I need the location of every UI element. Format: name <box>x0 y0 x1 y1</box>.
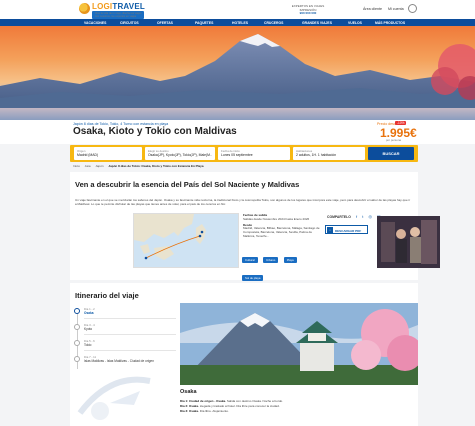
share-label: COMPARTELO <box>327 215 351 219</box>
divider <box>84 318 176 319</box>
divider <box>84 350 176 351</box>
intro-section: Ven a descubrir la esencia del País del … <box>70 172 440 281</box>
start-date-field[interactable]: Fecha de inicio Lunes 05 septiembre <box>218 147 290 160</box>
discount-badge: -10% <box>395 121 407 125</box>
nav-item-paquetes[interactable]: Paquetes <box>195 21 213 25</box>
trip-header: Japón 8 días de Tokio, Tokio, 4 Turno co… <box>0 120 475 144</box>
rooms-field[interactable]: Habitaciones 2 adultos, 1H. 1 habitación <box>293 147 365 160</box>
nav-item-grandes-viajes[interactable]: Grandes viajes <box>302 21 332 25</box>
nav-item-vuelos[interactable]: Vuelos <box>348 21 362 25</box>
contact-info: EXPERTOS EN VIAJES IMPRESIÓN 900 000 000 <box>283 4 333 16</box>
nav-item-vacaciones[interactable]: Vacaciones <box>84 21 106 25</box>
intro-text: Un viaje fascinante en el que se mezclar… <box>75 198 411 206</box>
tag-chip[interactable]: Urbano <box>263 257 279 263</box>
logo-sun-icon <box>79 3 90 14</box>
day-description: Día 1: Ciudad de origen - Osaka. Salida … <box>180 399 284 403</box>
origin-field[interactable]: Origen Madrid (MAD) <box>74 147 142 160</box>
search-button[interactable]: BUSCAR <box>368 147 414 160</box>
tag-chip[interactable]: Sol de playa <box>242 275 264 281</box>
hero-landscape <box>0 34 475 120</box>
hero-image <box>0 26 475 120</box>
phone-number: 900 000 000 <box>299 11 317 16</box>
breadcrumb-item[interactable]: Asia <box>85 164 91 168</box>
breadcrumb-current: Japón 8 días de Tokio: Osaka, Kioto y To… <box>108 164 204 168</box>
step-title: Osaka <box>180 389 197 395</box>
nav-item-ofertas[interactable]: Ofertas <box>157 21 173 25</box>
timeline-dot <box>74 324 80 330</box>
trip-details: Fechas de salida Salidas desde Noviembre… <box>243 213 320 238</box>
breadcrumb-item[interactable]: Japón <box>95 164 103 168</box>
page: LOGITRAVEL Vive la vida de tu viaje, dis… <box>0 0 475 426</box>
travelers-photo <box>377 216 440 268</box>
logo[interactable]: LOGITRAVEL Vive la vida de tu viaje, dis… <box>79 2 169 19</box>
page-title: Osaka, Kioto y Tokio con Maldivas <box>73 126 237 137</box>
day-description: Día 2: Osaka. Llegada y traslado al hote… <box>180 404 280 408</box>
download-pdf-button[interactable]: ↓ DESCARGAR PDF <box>325 225 368 234</box>
top-header: LOGITRAVEL Vive la vida de tu viaje, dis… <box>0 0 475 19</box>
nav-item-hoteles[interactable]: Hoteles <box>232 21 248 25</box>
divider <box>84 334 176 335</box>
day-description: Día 3: Osaka. Día libre. Alojamiento. <box>180 409 229 413</box>
brand-name: LOGITRAVEL <box>92 2 145 11</box>
client-area-link[interactable]: Área cliente <box>363 7 382 11</box>
intro-heading: Ven a descubrir la esencia del País del … <box>75 180 300 189</box>
timeline-dot <box>74 308 80 314</box>
price-per-person: por persona <box>386 138 401 142</box>
trip-tags: Cultural Urbano Playa Sol de playa <box>242 248 322 284</box>
nav-item-mas-productos[interactable]: Más productos <box>375 21 405 25</box>
user-icon[interactable] <box>408 4 417 13</box>
breadcrumb-item[interactable]: Inicio <box>73 164 80 168</box>
twitter-icon[interactable]: t <box>362 214 365 219</box>
my-account-link[interactable]: Mi cuenta <box>388 7 404 11</box>
brand-tagline: Vive la vida de tu viaje, diseña tus via… <box>92 11 145 19</box>
tag-chip[interactable]: Cultural <box>242 257 258 263</box>
tag-chip[interactable]: Playa <box>283 257 297 263</box>
facebook-icon[interactable]: f <box>356 214 359 219</box>
main-nav: Vacaciones Circuitos Ofertas Paquetes Ho… <box>0 19 475 26</box>
search-bar: Origen Madrid (MAD) Elegir su destino Os… <box>70 145 418 162</box>
osaka-photo <box>180 303 418 385</box>
plane-decoration-icon <box>77 376 151 420</box>
nav-item-cruceros[interactable]: Cruceros <box>264 21 283 25</box>
breadcrumb: Inicio Asia Japón Japón 8 días de Tokio:… <box>73 164 208 168</box>
destination-field[interactable]: Elegir su destino Osaka(JP), Kyoto(JP), … <box>145 147 215 160</box>
timeline-dot <box>74 340 80 346</box>
timeline-dot <box>74 356 80 362</box>
map-graphic <box>134 214 206 260</box>
itinerary-section: Itinerario del viaje Día 1 - 2 Osaka Día… <box>70 283 418 426</box>
route-map[interactable] <box>133 213 239 268</box>
osaka-landscape <box>180 303 418 385</box>
whatsapp-icon[interactable]: ◎ <box>369 214 375 219</box>
pdf-icon: ↓ <box>327 227 333 233</box>
photo-graphic <box>377 216 440 268</box>
nav-item-circuitos[interactable]: Circuitos <box>120 21 139 25</box>
itinerary-heading: Itinerario del viaje <box>75 291 139 300</box>
